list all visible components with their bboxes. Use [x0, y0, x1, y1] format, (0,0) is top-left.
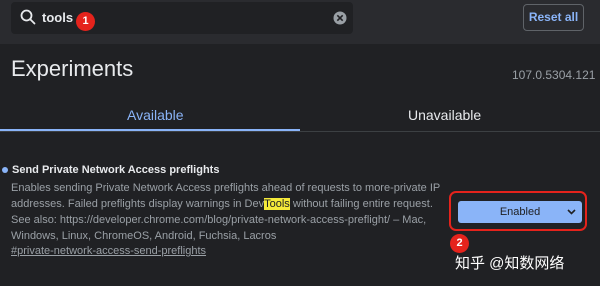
select-value: Enabled — [499, 206, 541, 218]
experiment-permalink[interactable]: #private-network-access-send-preflights — [11, 245, 206, 257]
reset-all-button[interactable]: Reset all — [523, 4, 584, 31]
tab-available[interactable]: Available — [127, 107, 184, 123]
page-title: Experiments — [11, 56, 134, 81]
search-header: tools 1 Reset all — [0, 0, 600, 44]
experiment-title: Send Private Network Access preflights — [12, 164, 220, 176]
annotation-badge-2: 2 — [450, 234, 469, 253]
annotation-badge-1: 1 — [76, 12, 95, 31]
clear-search-icon[interactable] — [333, 11, 347, 30]
search-match-highlight: Tools — [264, 198, 290, 210]
experiment-state-select[interactable]: Enabled — [458, 201, 582, 223]
watermark: 知乎 @知数网络 — [455, 255, 565, 272]
tab-unavailable[interactable]: Unavailable — [408, 107, 481, 123]
chevron-down-icon — [567, 201, 576, 231]
experiment-status-dot — [2, 167, 8, 173]
search-input[interactable]: tools — [11, 2, 353, 34]
version-label: 107.0.5304.121 — [512, 68, 596, 82]
search-icon — [20, 9, 36, 30]
search-value: tools — [42, 10, 74, 25]
tab-divider — [0, 131, 600, 132]
experiment-description: Enables sending Private Network Access p… — [11, 180, 451, 244]
